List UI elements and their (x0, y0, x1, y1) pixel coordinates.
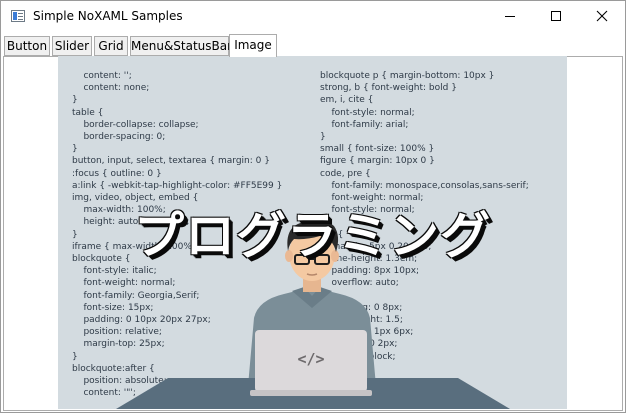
tab-grid[interactable]: Grid (94, 36, 128, 56)
minimize-button[interactable] (487, 1, 533, 32)
tab-menu-statusbar[interactable]: Menu&StatusBar (130, 36, 232, 56)
close-icon (596, 10, 608, 22)
tab-image[interactable]: Image (229, 34, 277, 57)
tab-button[interactable]: Button (4, 36, 50, 56)
code-symbol: </> (297, 350, 325, 368)
headline: プログラミング (134, 207, 491, 265)
title-bar[interactable]: Simple NoXAML Samples (1, 1, 625, 32)
tab-slider[interactable]: Slider (52, 36, 92, 56)
maximize-icon (551, 11, 561, 21)
close-button[interactable] (579, 1, 625, 32)
app-window-icon (11, 10, 25, 22)
window-title: Simple NoXAML Samples (33, 9, 183, 23)
programming-illustration: content: ''; content: none;} table { bord… (58, 56, 567, 409)
tab-strip: Button Slider Grid Menu&StatusBar Image (4, 34, 624, 57)
maximize-button[interactable] (533, 1, 579, 32)
minimize-icon (505, 16, 515, 17)
